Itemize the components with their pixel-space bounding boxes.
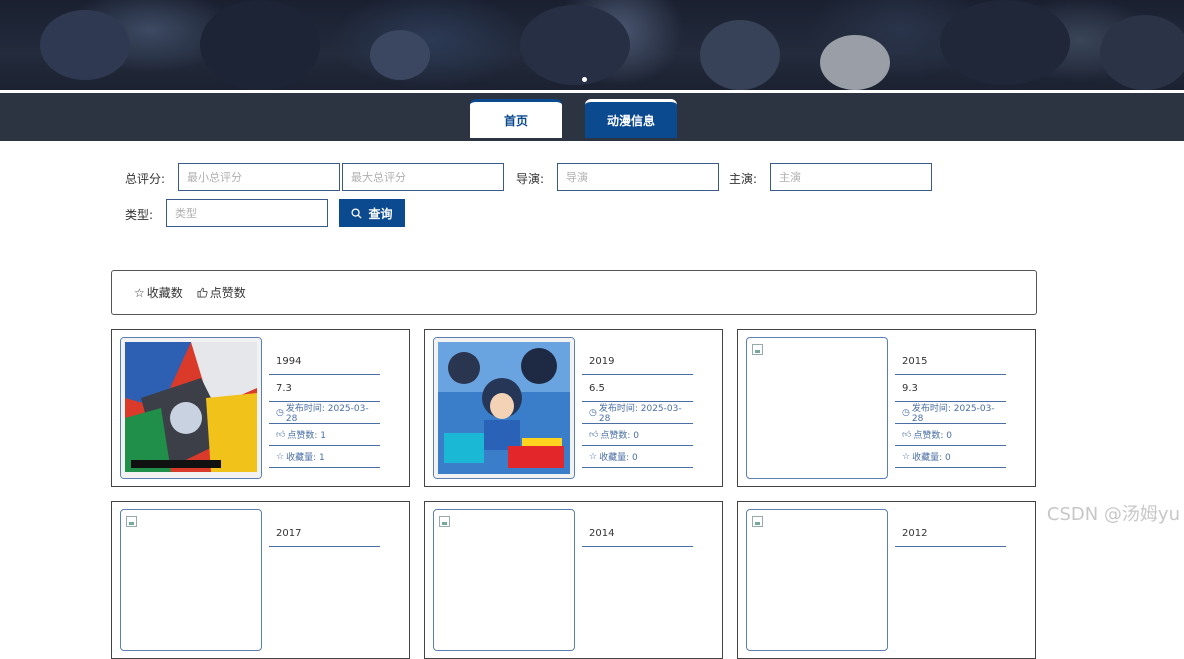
like-count[interactable]: 👍︎ 点赞数: 0: [582, 424, 693, 446]
anime-poster[interactable]: [120, 509, 262, 651]
search-button-label: 查询: [368, 206, 393, 221]
thumbs-up-icon: 👍︎: [276, 429, 286, 440]
favorite-count[interactable]: ☆ 收藏量: 0: [895, 446, 1006, 468]
favorite-count-text: 收藏量: 0: [912, 453, 951, 463]
anime-card[interactable]: 2012: [737, 501, 1036, 659]
publish-time-text: 发布时间: 2025-03-28: [911, 404, 995, 424]
anime-poster[interactable]: [746, 337, 888, 479]
publish-time: ◷ 发布时间: 2025-03-28: [895, 402, 1006, 424]
anime-info: 2015 9.3 ◷ 发布时间: 2025-03-28 👍︎ 点赞数: 0 ☆ 收藏量…: [895, 348, 1006, 468]
favorite-count[interactable]: ☆ 收藏量: 0: [582, 446, 693, 468]
director-label: 导演:: [516, 172, 545, 186]
favorite-count[interactable]: ☆ 收藏量: 1: [269, 446, 380, 468]
banner-figure: [940, 0, 1070, 85]
sort-by-likes[interactable]: 点赞数: [197, 284, 246, 301]
anime-card[interactable]: 2014: [424, 501, 723, 659]
type-input[interactable]: [166, 199, 328, 227]
sort-favorites-label: 收藏数: [146, 286, 183, 300]
favorite-count-text: 收藏量: 0: [599, 453, 638, 463]
favorite-count-text: 收藏量: 1: [286, 453, 325, 463]
nav-tab-anime-info[interactable]: 动漫信息: [585, 99, 677, 138]
anime-card[interactable]: 2015 9.3 ◷ 发布时间: 2025-03-28 👍︎ 点赞数: 0 ☆ 收藏量…: [737, 329, 1036, 487]
sort-bar: ☆ 收藏数 点赞数: [111, 270, 1037, 315]
type-label: 类型:: [125, 208, 154, 222]
banner-figure: [820, 35, 890, 90]
anime-score: 6.5: [582, 375, 693, 402]
banner-figure: [200, 0, 320, 90]
like-count-text: 点赞数: 0: [600, 431, 640, 441]
star-icon: ☆: [589, 451, 598, 462]
thumbs-up-icon: 👍︎: [902, 429, 912, 440]
like-count-text: 点赞数: 1: [287, 431, 327, 441]
publish-time-text: 发布时间: 2025-03-28: [598, 404, 682, 424]
clock-icon: ◷: [276, 407, 284, 418]
anime-poster[interactable]: [120, 337, 262, 479]
publish-time: ◷ 发布时间: 2025-03-28: [582, 402, 693, 424]
thumbs-up-icon: [197, 287, 208, 298]
anime-card[interactable]: 2019 6.5 ◷ 发布时间: 2025-03-28 👍︎ 点赞数: 0 ☆ 收藏量…: [424, 329, 723, 487]
banner-figure: [370, 30, 430, 80]
star-icon: ☆: [134, 285, 145, 300]
score-label: 总评分:: [125, 172, 166, 186]
star-icon: ☆: [902, 451, 911, 462]
search-icon: [351, 207, 363, 219]
anime-card[interactable]: 1994 7.3 ◷ 发布时间: 2025-03-28 👍︎ 点赞数: 1 ☆ 收藏量…: [111, 329, 410, 487]
banner-figure: [700, 20, 780, 90]
director-input[interactable]: [557, 163, 719, 191]
clock-icon: ◷: [902, 407, 910, 418]
sort-by-favorites[interactable]: ☆ 收藏数: [134, 284, 183, 301]
like-count[interactable]: 👍︎ 点赞数: 0: [895, 424, 1006, 446]
anime-poster[interactable]: [433, 509, 575, 651]
like-count[interactable]: 👍︎ 点赞数: 1: [269, 424, 380, 446]
anime-score: 9.3: [895, 375, 1006, 402]
like-count-text: 点赞数: 0: [913, 431, 953, 441]
anime-score: 7.3: [269, 375, 380, 402]
anime-year: 2015: [895, 348, 1006, 375]
anime-info: 2019 6.5 ◷ 发布时间: 2025-03-28 👍︎ 点赞数: 0 ☆ 收藏量…: [582, 348, 693, 468]
poster-image: [121, 338, 261, 478]
search-button[interactable]: 查询: [339, 199, 405, 227]
anime-card[interactable]: 2017: [111, 501, 410, 659]
publish-time: ◷ 发布时间: 2025-03-28: [269, 402, 380, 424]
min-score-input[interactable]: [178, 163, 340, 191]
max-score-input[interactable]: [342, 163, 504, 191]
anime-year: 2019: [582, 348, 693, 375]
thumbs-up-icon: 👍︎: [589, 429, 599, 440]
hero-banner-carousel[interactable]: [0, 0, 1184, 90]
clock-icon: ◷: [589, 407, 597, 418]
main-navbar: 首页 动漫信息: [0, 90, 1184, 141]
actor-input[interactable]: [770, 163, 932, 191]
banner-figure: [40, 10, 130, 80]
banner-figure: [520, 5, 630, 85]
watermark: CSDN @汤姆yu: [1046, 504, 1180, 525]
sort-likes-label: 点赞数: [209, 286, 246, 300]
broken-image-icon: [752, 516, 763, 527]
carousel-indicator-dot[interactable]: [582, 77, 587, 82]
publish-time-text: 发布时间: 2025-03-28: [285, 404, 369, 424]
anime-year: 1994: [269, 348, 380, 375]
anime-poster[interactable]: [746, 509, 888, 651]
poster-image: [434, 338, 574, 478]
broken-image-icon: [752, 344, 763, 355]
broken-image-icon: [439, 516, 450, 527]
anime-info: 1994 7.3 ◷ 发布时间: 2025-03-28 👍︎ 点赞数: 1 ☆ 收藏量…: [269, 348, 380, 468]
banner-figure: [1100, 15, 1184, 90]
star-icon: ☆: [276, 451, 285, 462]
anime-poster[interactable]: [433, 337, 575, 479]
nav-tab-home[interactable]: 首页: [470, 99, 562, 138]
broken-image-icon: [126, 516, 137, 527]
actor-label: 主演:: [729, 172, 758, 186]
